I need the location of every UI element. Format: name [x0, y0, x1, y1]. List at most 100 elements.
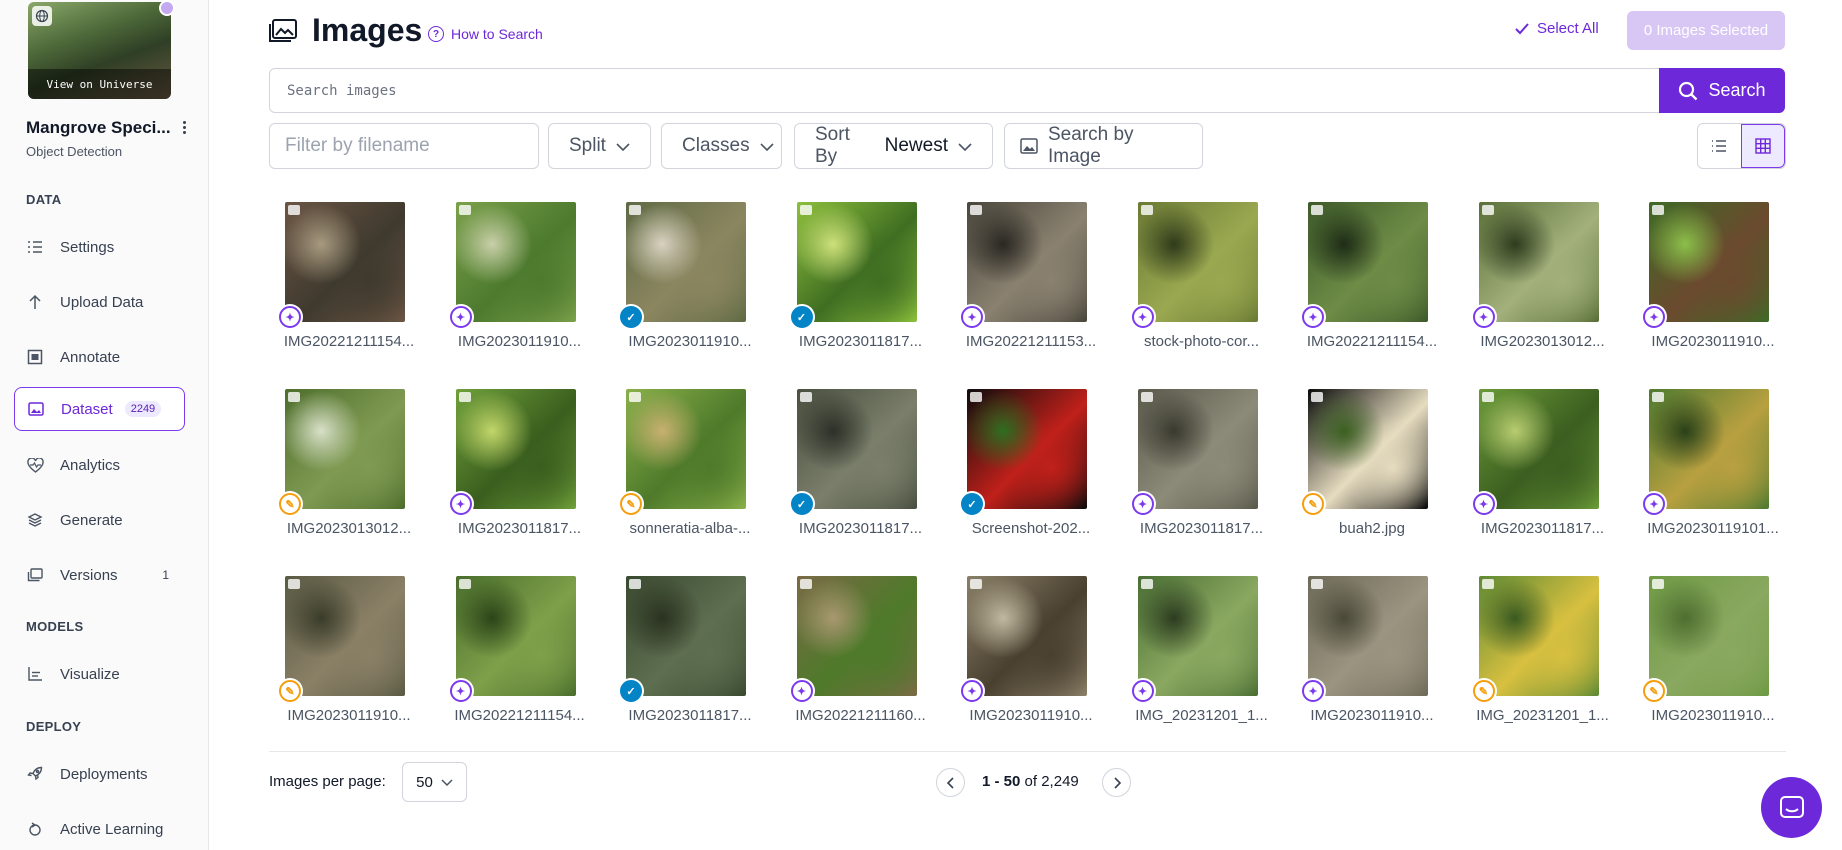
sidebar-item-visualize[interactable]: Visualize [14, 652, 185, 696]
image-thumbnail[interactable] [1308, 576, 1428, 696]
image-thumbnail[interactable] [285, 389, 405, 509]
image-thumbnail[interactable] [455, 389, 576, 509]
image-filename: IMG2023011817... [1139, 520, 1264, 537]
list-view-icon[interactable] [1698, 124, 1741, 168]
image-tile[interactable]: ✎ IMG2023013012... [269, 389, 439, 549]
image-thumbnail[interactable] [1649, 576, 1769, 696]
image-thumbnail[interactable] [796, 202, 917, 322]
sidebar-item-label: Generate [60, 511, 123, 529]
sidebar-item-versions[interactable]: Versions 1 [14, 553, 185, 597]
project-thumbnail[interactable]: View on Universe [28, 2, 171, 99]
image-tile[interactable]: ✦ IMG2023011910... [951, 576, 1121, 736]
image-thumbnail[interactable] [285, 202, 405, 322]
search-input[interactable]: Search images [269, 68, 1660, 113]
image-tile[interactable]: ✦ IMG20221211160... [781, 576, 951, 736]
reviewed-badge-icon: ✓ [618, 678, 644, 704]
image-tile[interactable]: ✦ IMG20221211154... [269, 202, 439, 362]
split-dropdown[interactable]: Split [548, 123, 651, 169]
image-thumbnail[interactable] [455, 202, 576, 322]
image-tile[interactable]: ✦ IMG2023011910... [1633, 202, 1803, 362]
sidebar-item-generate[interactable]: Generate [14, 498, 185, 542]
image-tile[interactable]: ✓ IMG2023011817... [610, 576, 780, 736]
image-thumbnail[interactable] [1478, 202, 1599, 322]
sidebar-item-active-learning[interactable]: Active Learning [14, 807, 185, 850]
next-page-button[interactable] [1102, 768, 1131, 797]
chevron-down-icon [616, 135, 630, 157]
image-thumbnail[interactable] [1308, 389, 1428, 509]
chat-support-button[interactable] [1761, 777, 1822, 838]
watermark-icon [629, 579, 641, 589]
image-tile[interactable]: ✦ IMG2023011910... [440, 202, 610, 362]
search-button[interactable]: Search [1659, 68, 1785, 113]
sidebar-item-dataset[interactable]: Dataset 2249 [14, 387, 185, 431]
sidebar-item-settings[interactable]: Settings [14, 225, 185, 269]
image-filename: IMG2023013012... [286, 520, 412, 537]
sidebar-item-deployments[interactable]: Deployments [14, 752, 185, 796]
image-tile[interactable]: ✓ IMG2023011817... [781, 389, 951, 549]
sidebar-item-annotate[interactable]: Annotate [14, 335, 185, 379]
image-tile[interactable]: ✦ IMG20230119101... [1633, 389, 1803, 549]
prev-page-button[interactable] [936, 768, 965, 797]
images-selected-button[interactable]: 0 Images Selected [1627, 11, 1785, 50]
image-thumbnail[interactable] [1137, 389, 1258, 509]
image-tile[interactable]: ✓ IMG2023011817... [781, 202, 951, 362]
sidebar-item-label: Settings [60, 238, 115, 256]
search-by-image-button[interactable]: Search by Image [1004, 123, 1203, 169]
image-tile[interactable]: ✦ IMG20221211154... [440, 576, 610, 736]
image-tile[interactable]: ✦ IMG2023011817... [1122, 389, 1292, 549]
image-thumbnail[interactable] [1308, 202, 1428, 322]
sort-value: Newest [884, 135, 948, 156]
filename-filter-input[interactable]: Filter by filename [269, 123, 539, 169]
globe-icon[interactable] [32, 6, 52, 26]
image-filename: IMG2023011817... [457, 520, 582, 537]
sidebar-item-analytics[interactable]: Analytics [14, 443, 185, 487]
image-thumbnail[interactable] [967, 389, 1087, 509]
image-thumbnail[interactable] [796, 576, 917, 696]
image-thumbnail[interactable] [626, 202, 746, 322]
image-thumbnail[interactable] [1137, 576, 1258, 696]
image-thumbnail[interactable] [1478, 576, 1599, 696]
image-tile[interactable]: ✎ buah2.jpg [1292, 389, 1462, 549]
image-tile[interactable]: ✦ stock-photo-cor... [1122, 202, 1292, 362]
grid-view-icon[interactable] [1740, 124, 1785, 168]
image-thumbnail[interactable] [1649, 202, 1769, 322]
image-tile[interactable]: ✦ IMG20221211154... [1292, 202, 1462, 362]
arrow-up-icon [26, 293, 44, 311]
image-tile[interactable]: ✎ sonneratia-alba-... [610, 389, 780, 549]
image-thumbnail[interactable] [626, 576, 746, 696]
view-toggle [1697, 123, 1786, 169]
sidebar-item-label: Upload Data [60, 293, 144, 311]
image-tile[interactable]: ✦ IMG20221211153... [951, 202, 1121, 362]
image-tile[interactable]: ✦ IMG2023011817... [1463, 389, 1633, 549]
image-tile[interactable]: ✎ IMG2023011910... [269, 576, 439, 736]
image-thumbnail[interactable] [796, 389, 917, 509]
per-page-select[interactable]: 50 [402, 762, 467, 802]
image-tile[interactable]: ✦ IMG2023013012... [1463, 202, 1633, 362]
kebab-menu-icon[interactable] [178, 116, 190, 138]
view-on-universe-link[interactable]: View on Universe [28, 69, 171, 99]
section-data-label: DATA [26, 192, 62, 207]
image-tile[interactable]: ✓ IMG2023011910... [610, 202, 780, 362]
image-tile[interactable]: ✦ IMG2023011817... [440, 389, 610, 549]
layers-icon [26, 511, 44, 529]
sidebar-item-upload-data[interactable]: Upload Data [14, 280, 185, 324]
image-tile[interactable]: ✦ IMG2023011910... [1292, 576, 1462, 736]
image-thumbnail[interactable] [1478, 389, 1599, 509]
watermark-icon [629, 205, 641, 215]
image-thumbnail[interactable] [1137, 202, 1258, 322]
image-tile[interactable]: ✎ IMG_20231201_1... [1463, 576, 1633, 736]
image-tile[interactable]: ✎ IMG2023011910... [1633, 576, 1803, 736]
select-all-button[interactable]: Select All [1515, 20, 1599, 37]
image-tile[interactable]: ✓ Screenshot-202... [951, 389, 1121, 549]
classes-dropdown[interactable]: Classes [661, 123, 782, 169]
image-thumbnail[interactable] [455, 576, 576, 696]
image-thumbnail[interactable] [285, 576, 405, 696]
how-to-search-link[interactable]: ? How to Search [428, 26, 543, 42]
image-thumbnail[interactable] [967, 202, 1087, 322]
image-thumbnail[interactable] [967, 576, 1087, 696]
image-filename: stock-photo-cor... [1143, 333, 1260, 350]
image-tile[interactable]: ✦ IMG_20231201_1... [1122, 576, 1292, 736]
sort-dropdown[interactable]: Sort By Newest [794, 123, 993, 169]
image-thumbnail[interactable] [1649, 389, 1769, 509]
image-thumbnail[interactable] [626, 389, 746, 509]
